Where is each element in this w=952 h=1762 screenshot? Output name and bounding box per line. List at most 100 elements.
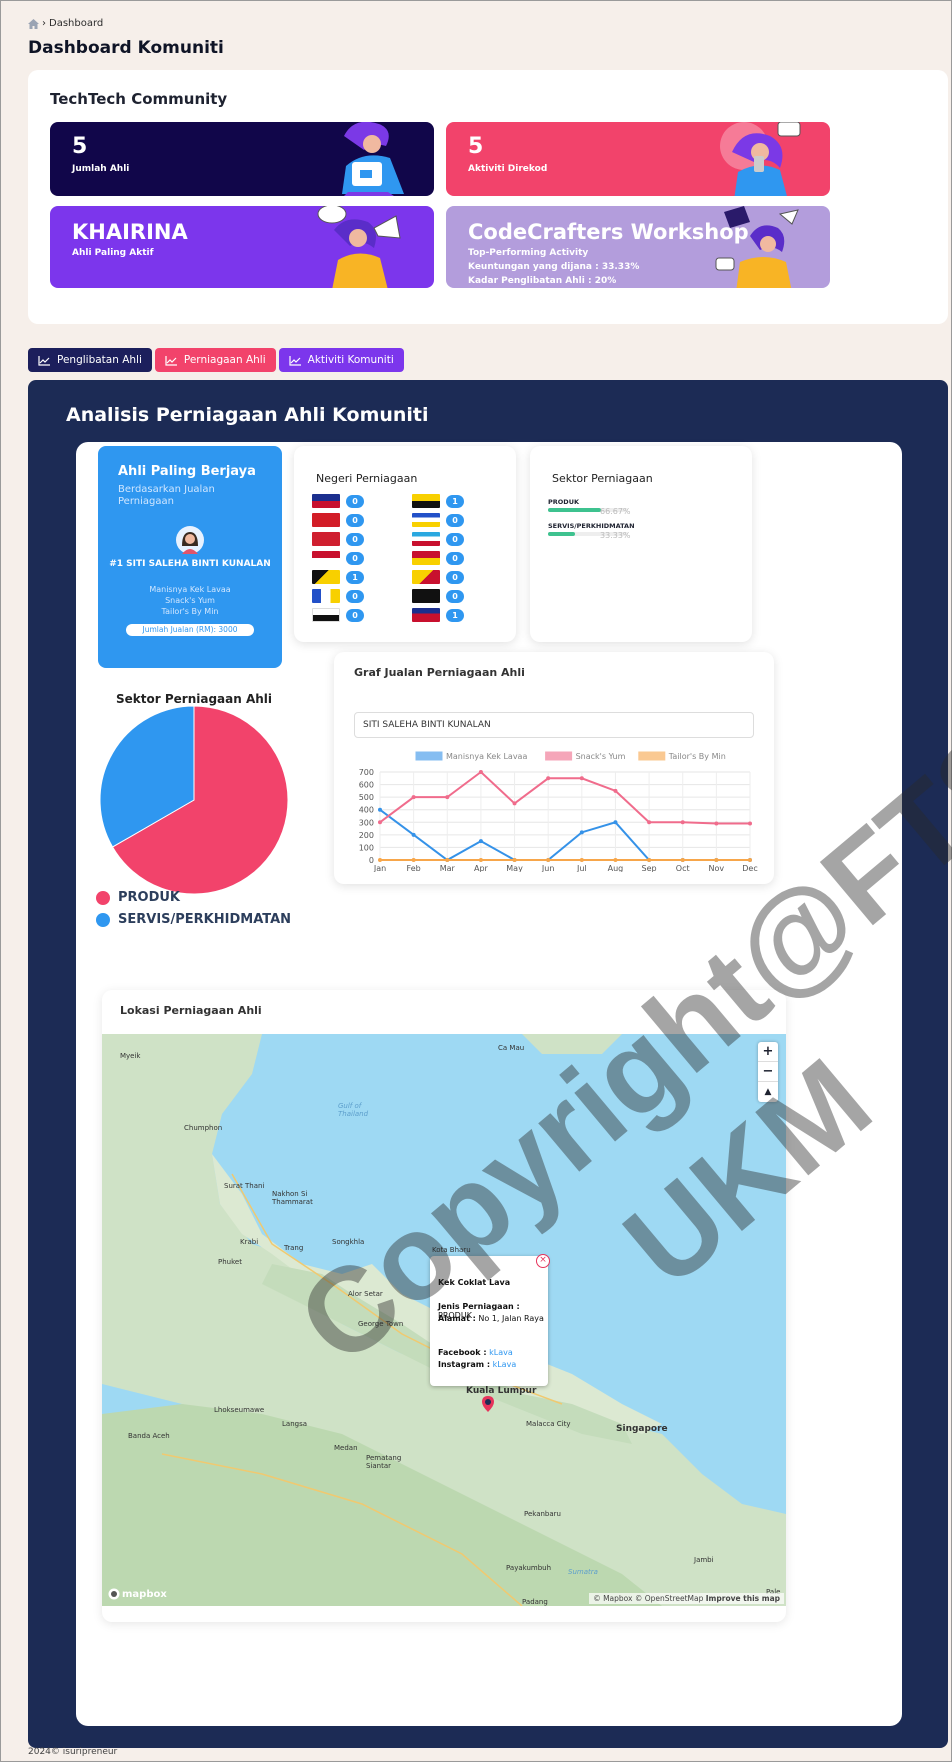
map-place-label: Malacca City [526, 1420, 571, 1428]
popup-close-button[interactable]: × [536, 1254, 550, 1268]
flag-kelantan-icon [312, 532, 340, 546]
mapbox-logo-text: mapbox [122, 1588, 167, 1600]
breadcrumb-dashboard[interactable]: Dashboard [49, 18, 103, 29]
top-business-member-name: #1 SITI SALEHA BINTI KUNALAN [109, 559, 271, 569]
flag-johor-icon [312, 494, 340, 508]
data-point[interactable] [445, 795, 450, 800]
data-point[interactable] [512, 801, 517, 806]
sector-row-label: SERVIS/PERKHIDMATAN [548, 522, 635, 530]
data-point[interactable] [714, 821, 719, 826]
data-point[interactable] [378, 858, 382, 862]
data-point[interactable] [478, 839, 483, 844]
legend-swatch [638, 751, 666, 761]
sales-line-chart: 0100200300400500600700Jan Feb Mar Apr May Jun… [359, 751, 758, 872]
data-point[interactable] [647, 820, 652, 825]
map-marker-icon[interactable] [482, 1396, 494, 1412]
attribution-text[interactable]: © Mapbox © OpenStreetMap [593, 1594, 703, 1603]
tab-label: Aktiviti Komuniti [307, 354, 394, 366]
map-place-label: Phuket [218, 1258, 242, 1266]
tab-perniagaan-ahli[interactable]: Perniagaan Ahli [154, 348, 276, 372]
flag-pahang-icon [312, 589, 340, 603]
map-place-label: Kota Bharu [432, 1246, 471, 1254]
activity-phone-illustration [720, 122, 801, 196]
states-card: Negeri Perniagaan 0 0 0 0 1 0 0 1 0 0 0 … [294, 446, 516, 642]
community-summary-card: TechTech Community 5 Jumlah Ahli 5 Aktiv… [28, 70, 948, 324]
business-location-map[interactable]: Myeik Ca Mau Chumphon Gulf of Thailand S… [102, 1034, 786, 1606]
data-point[interactable] [613, 788, 618, 793]
map-place-label: Padang [522, 1598, 548, 1606]
improve-map-link[interactable]: Improve this map [706, 1594, 780, 1603]
x-tick-label: Jan [373, 864, 386, 872]
business-analysis-content: Ahli Paling Berjaya Berdasarkan Jualan P… [76, 442, 902, 1726]
data-point[interactable] [748, 858, 752, 862]
data-point[interactable] [378, 807, 382, 812]
data-point[interactable] [613, 858, 618, 862]
data-point[interactable] [714, 858, 719, 862]
megaphone-illustration [317, 206, 401, 288]
stat-members-value: 5 [72, 134, 88, 159]
map-place-label: Songkhla [332, 1238, 365, 1246]
data-point[interactable] [647, 858, 652, 862]
panel-title: Analisis Perniagaan Ahli Komuniti [66, 404, 429, 426]
data-point[interactable] [613, 820, 618, 825]
x-tick-label: Jul [576, 864, 587, 872]
data-point[interactable] [378, 820, 382, 825]
map-place-label: Pematang Siantar [366, 1454, 402, 1470]
data-point[interactable] [680, 858, 685, 862]
celebration-illustration [715, 206, 799, 288]
state-count-badge: 0 [446, 533, 464, 546]
legend-label[interactable]: Snack's Yum [576, 752, 626, 761]
x-tick-label: Apr [474, 864, 489, 872]
map-place-label: Alor Setar [348, 1290, 383, 1298]
data-point[interactable] [579, 776, 584, 781]
x-tick-label: Oct [676, 864, 690, 872]
x-tick-label: Feb [407, 864, 421, 872]
zoom-out-button[interactable]: − [758, 1062, 778, 1082]
popup-facebook-link[interactable]: kLava [489, 1348, 513, 1357]
top-business-title: Ahli Paling Berjaya [118, 464, 256, 479]
sector-row-value: 33.33% [600, 531, 631, 540]
popup-address-label: Alamat : [438, 1314, 476, 1323]
compass-button[interactable]: ▲ [758, 1082, 778, 1102]
map-place-label: Krabi [240, 1238, 259, 1246]
data-point[interactable] [411, 832, 416, 837]
data-point[interactable] [748, 821, 752, 826]
legend-label[interactable]: Tailor's By Min [668, 752, 726, 761]
data-point[interactable] [478, 770, 483, 774]
legend-label[interactable]: Manisnya Kek Lavaa [446, 752, 527, 761]
map-place-label: Payakumbuh [506, 1564, 552, 1572]
y-tick-label: 200 [359, 831, 374, 840]
data-point[interactable] [546, 858, 551, 862]
tab-aktiviti-komuniti[interactable]: Aktiviti Komuniti [278, 348, 404, 372]
business-item: Tailor's By Min [161, 607, 219, 616]
member-select[interactable]: SITI SALEHA BINTI KUNALAN [354, 712, 754, 738]
tab-penglibatan-ahli[interactable]: Penglibatan Ahli [28, 348, 152, 372]
x-tick-label: Mar [440, 864, 456, 872]
mapbox-logo[interactable]: mapbox [108, 1588, 167, 1600]
data-point[interactable] [445, 858, 450, 862]
data-point[interactable] [411, 795, 416, 800]
legend-swatch [415, 751, 443, 761]
state-count-badge: 0 [346, 495, 364, 508]
data-point[interactable] [478, 858, 483, 862]
flag-terengganu-icon [412, 589, 440, 603]
data-point[interactable] [579, 858, 584, 862]
map-place-label: Nakhon Si Thammarat [272, 1190, 313, 1206]
sector-progress-fill [548, 508, 602, 512]
data-point[interactable] [411, 858, 416, 862]
data-point[interactable] [512, 858, 517, 862]
map-zoom-controls: + − ▲ [758, 1042, 778, 1102]
page-title: Dashboard Komuniti [28, 38, 224, 58]
pie-legend-item: PRODUK [96, 890, 180, 905]
home-icon[interactable] [28, 18, 39, 29]
data-point[interactable] [680, 820, 685, 825]
data-point[interactable] [579, 830, 584, 835]
popup-instagram-link[interactable]: kLava [493, 1360, 517, 1369]
popup-facebook-label: Facebook : [438, 1348, 487, 1357]
map-place-label: Ca Mau [498, 1044, 525, 1052]
zoom-in-button[interactable]: + [758, 1042, 778, 1062]
x-tick-label: Jun [541, 864, 555, 872]
data-point[interactable] [546, 776, 551, 781]
business-analysis-panel: Analisis Perniagaan Ahli Komuniti Ahli P… [28, 380, 948, 1748]
flag-kedah-icon [312, 513, 340, 527]
